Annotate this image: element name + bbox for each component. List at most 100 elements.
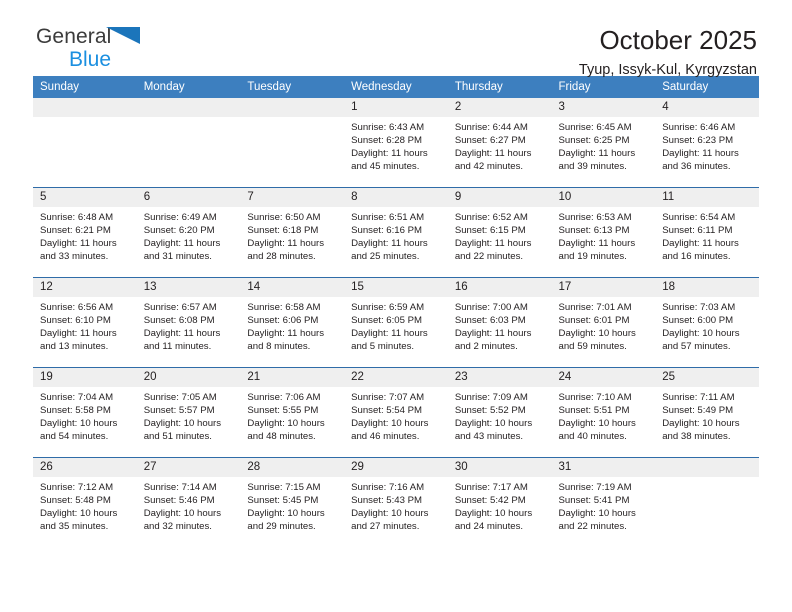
day-details: Sunrise: 7:10 AM Sunset: 5:51 PM Daylight:… (552, 387, 656, 443)
day-details: Sunrise: 6:56 AM Sunset: 6:10 PM Daylight:… (33, 297, 137, 353)
day-details: Sunrise: 6:50 AM Sunset: 6:18 PM Daylight:… (240, 207, 344, 263)
daylight-duration-line1: Daylight: 10 hours (558, 418, 636, 430)
daylight-duration-line1: Daylight: 10 hours (351, 508, 429, 520)
calendar-day-cell[interactable]: 20 Sunrise: 7:05 AM Sunset: 5:57 PM Dayligh… (136, 367, 241, 458)
sunset-time: Sunset: 6:27 PM (454, 135, 526, 147)
calendar-week-row: 1 Sunrise: 6:43 AM Sunset: 6:28 PM Daylight… (33, 98, 759, 188)
day-number (240, 98, 345, 117)
day-details: Sunrise: 7:11 AM Sunset: 5:49 PM Daylight:… (655, 387, 759, 443)
sunrise-time: Sunrise: 7:11 AM (662, 392, 735, 403)
calendar-day-cell[interactable]: 14 Sunrise: 6:58 AM Sunset: 6:06 PM Dayligh… (240, 277, 345, 368)
sunset-time: Sunset: 6:11 PM (662, 225, 733, 237)
calendar-day-cell[interactable]: 29 Sunrise: 7:16 AM Sunset: 5:43 PM Dayligh… (344, 457, 448, 547)
daylight-duration-line2: and 35 minutes. (40, 521, 109, 533)
day-number: 26 (33, 458, 137, 477)
day-number (33, 98, 137, 117)
day-number: 6 (136, 188, 241, 207)
day-number: 8 (344, 188, 448, 207)
logo-text-general: General (36, 26, 166, 47)
calendar-day-cell[interactable]: 21 Sunrise: 7:06 AM Sunset: 5:55 PM Dayligh… (240, 367, 345, 458)
sunrise-time: Sunrise: 7:07 AM (351, 392, 425, 403)
weekday-header-saturday: Saturday (655, 76, 759, 98)
day-details: Sunrise: 7:00 AM Sunset: 6:03 PM Daylight:… (448, 297, 552, 353)
sunset-time: Sunset: 6:13 PM (558, 225, 630, 237)
calendar-day-cell[interactable]: 30 Sunrise: 7:17 AM Sunset: 5:42 PM Dayligh… (447, 457, 552, 547)
daylight-duration-line1: Daylight: 11 hours (247, 328, 325, 340)
sunrise-time: Sunrise: 7:01 AM (558, 302, 632, 313)
calendar-day-cell[interactable]: 22 Sunrise: 7:07 AM Sunset: 5:54 PM Dayligh… (344, 367, 448, 458)
sunrise-time: Sunrise: 7:06 AM (247, 392, 321, 403)
sunset-time: Sunset: 6:21 PM (40, 225, 111, 237)
daylight-duration-line1: Daylight: 10 hours (143, 508, 222, 520)
calendar-day-cell[interactable]: 18 Sunrise: 7:03 AM Sunset: 6:00 PM Dayligh… (655, 277, 759, 368)
calendar-day-cell[interactable]: 25 Sunrise: 7:11 AM Sunset: 5:49 PM Dayligh… (655, 367, 759, 458)
day-details: Sunrise: 6:54 AM Sunset: 6:11 PM Daylight:… (655, 207, 759, 263)
calendar-day-cell[interactable]: 7 Sunrise: 6:50 AM Sunset: 6:18 PM Daylight… (240, 187, 345, 278)
daylight-duration-line2: and 38 minutes. (662, 431, 731, 443)
daylight-duration-line2: and 13 minutes. (40, 341, 109, 353)
sunrise-time: Sunrise: 6:44 AM (454, 122, 528, 133)
sunset-time: Sunset: 6:28 PM (351, 135, 423, 147)
calendar-day-cell[interactable]: 28 Sunrise: 7:15 AM Sunset: 5:45 PM Dayligh… (240, 457, 345, 547)
calendar-day-cell[interactable]: 17 Sunrise: 7:01 AM Sunset: 6:01 PM Dayligh… (551, 277, 656, 368)
daylight-duration-line2: and 33 minutes. (40, 251, 109, 263)
calendar-day-cell[interactable]: 31 Sunrise: 7:19 AM Sunset: 5:41 PM Dayligh… (551, 457, 656, 547)
day-details: Sunrise: 6:52 AM Sunset: 6:15 PM Daylight:… (448, 207, 552, 263)
calendar-day-cell[interactable]: 6 Sunrise: 6:49 AM Sunset: 6:20 PM Daylight… (136, 187, 241, 278)
day-number: 5 (33, 188, 137, 207)
sunset-time: Sunset: 6:16 PM (351, 225, 423, 237)
calendar-body: 1 Sunrise: 6:43 AM Sunset: 6:28 PM Daylight… (33, 98, 759, 547)
daylight-duration-line2: and 11 minutes. (143, 341, 212, 353)
calendar-day-cell[interactable]: 12 Sunrise: 6:56 AM Sunset: 6:10 PM Dayligh… (33, 277, 137, 368)
sunset-time: Sunset: 6:20 PM (143, 225, 215, 237)
calendar-day-cell[interactable]: 1 Sunrise: 6:43 AM Sunset: 6:28 PM Daylight… (344, 98, 448, 188)
calendar-day-cell[interactable]: 23 Sunrise: 7:09 AM Sunset: 5:52 PM Dayligh… (447, 367, 552, 458)
sunrise-time: Sunrise: 6:53 AM (558, 212, 632, 223)
sunrise-time: Sunrise: 6:43 AM (351, 122, 425, 133)
sunset-time: Sunset: 5:52 PM (454, 405, 526, 417)
sunrise-time: Sunrise: 7:14 AM (143, 482, 217, 493)
sunrise-time: Sunrise: 7:17 AM (454, 482, 528, 493)
day-details: Sunrise: 6:44 AM Sunset: 6:27 PM Daylight:… (448, 117, 552, 173)
calendar-day-cell[interactable]: 9 Sunrise: 6:52 AM Sunset: 6:15 PM Daylight… (447, 187, 552, 278)
daylight-duration-line2: and 16 minutes. (662, 251, 731, 263)
calendar-day-cell[interactable]: 5 Sunrise: 6:48 AM Sunset: 6:21 PM Daylight… (33, 187, 137, 278)
daylight-duration-line1: Daylight: 10 hours (351, 418, 429, 430)
logo-general-label: General (36, 25, 112, 48)
calendar-day-cell[interactable]: 19 Sunrise: 7:04 AM Sunset: 5:58 PM Dayligh… (33, 367, 137, 458)
day-details: Sunrise: 6:43 AM Sunset: 6:28 PM Daylight:… (344, 117, 448, 173)
daylight-duration-line2: and 29 minutes. (247, 521, 316, 533)
sunset-time: Sunset: 6:08 PM (143, 315, 215, 327)
daylight-duration-line2: and 28 minutes. (247, 251, 316, 263)
sunset-time: Sunset: 6:10 PM (40, 315, 111, 327)
sunset-time: Sunset: 6:23 PM (662, 135, 734, 147)
day-number: 12 (33, 278, 137, 297)
calendar-day-cell[interactable]: 2 Sunrise: 6:44 AM Sunset: 6:27 PM Daylight… (447, 98, 552, 188)
sunrise-time: Sunrise: 6:52 AM (454, 212, 528, 223)
calendar-day-cell[interactable]: 10 Sunrise: 6:53 AM Sunset: 6:13 PM Dayligh… (551, 187, 656, 278)
calendar-day-cell[interactable]: 3 Sunrise: 6:45 AM Sunset: 6:25 PM Daylight… (551, 98, 656, 188)
calendar-day-cell[interactable]: 8 Sunrise: 6:51 AM Sunset: 6:16 PM Daylight… (344, 187, 448, 278)
calendar-day-cell[interactable]: 13 Sunrise: 6:57 AM Sunset: 6:08 PM Dayligh… (136, 277, 241, 368)
day-number: 14 (240, 278, 345, 297)
daylight-duration-line2: and 22 minutes. (454, 251, 524, 263)
day-number: 4 (655, 98, 759, 117)
calendar-day-cell[interactable]: 16 Sunrise: 7:00 AM Sunset: 6:03 PM Dayligh… (447, 277, 552, 368)
logo-triangle-icon (106, 27, 140, 44)
daylight-duration-line1: Daylight: 10 hours (558, 328, 636, 340)
sunrise-time: Sunrise: 7:16 AM (351, 482, 425, 493)
calendar-day-cell[interactable]: 15 Sunrise: 6:59 AM Sunset: 6:05 PM Dayligh… (344, 277, 448, 368)
calendar-day-cell[interactable]: 24 Sunrise: 7:10 AM Sunset: 5:51 PM Dayligh… (551, 367, 656, 458)
title-block: October 2025 Tyup, Issyk-Kul, Kyrgyzstan (579, 26, 757, 78)
calendar-day-cell[interactable]: 11 Sunrise: 6:54 AM Sunset: 6:11 PM Dayligh… (655, 187, 759, 278)
sunrise-time: Sunrise: 7:05 AM (143, 392, 217, 403)
daylight-duration-line2: and 40 minutes. (558, 431, 627, 443)
day-details: Sunrise: 7:16 AM Sunset: 5:43 PM Daylight:… (344, 477, 448, 533)
calendar-day-cell[interactable]: 26 Sunrise: 7:12 AM Sunset: 5:48 PM Dayligh… (33, 457, 137, 547)
day-number: 15 (344, 278, 448, 297)
calendar-day-cell[interactable]: 4 Sunrise: 6:46 AM Sunset: 6:23 PM Daylight… (655, 98, 759, 188)
calendar-day-cell[interactable]: 27 Sunrise: 7:14 AM Sunset: 5:46 PM Dayligh… (136, 457, 241, 547)
day-details: Sunrise: 6:58 AM Sunset: 6:06 PM Daylight:… (240, 297, 344, 353)
daylight-duration-line1: Daylight: 11 hours (662, 148, 739, 160)
sunset-time: Sunset: 5:45 PM (247, 495, 319, 507)
